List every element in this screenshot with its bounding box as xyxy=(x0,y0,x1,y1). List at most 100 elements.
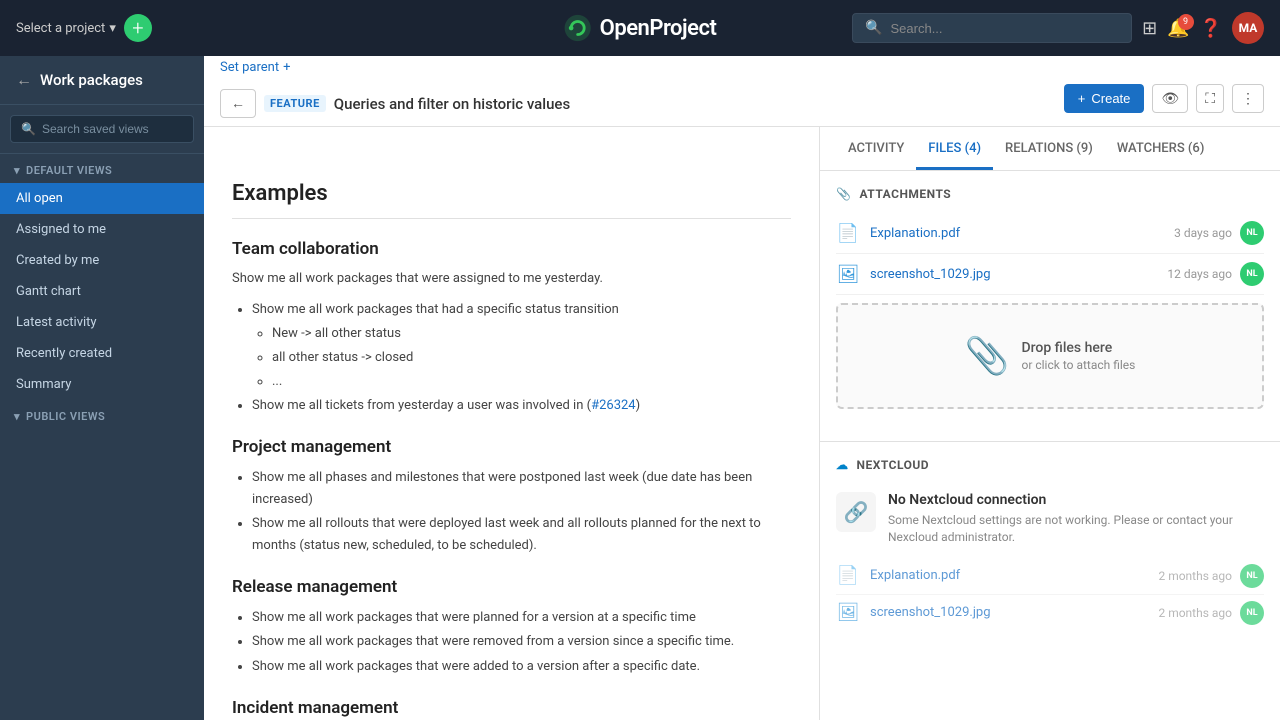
content-area: Set parent + ← FEATURE Queries and filte… xyxy=(204,56,1280,720)
sidebar-item-assigned-to-me[interactable]: Assigned to me xyxy=(0,214,204,245)
sidebar-search-container[interactable]: 🔍 xyxy=(10,115,194,143)
global-search-box[interactable]: 🔍 xyxy=(852,13,1132,43)
chevron-down-icon: ▾ xyxy=(14,410,20,423)
nextcloud-section: ☁ NEXTCLOUD 🔗 No Nextcloud connection So… xyxy=(820,441,1280,647)
proj-mgmt-list: Show me all phases and milestones that w… xyxy=(232,467,791,557)
help-icon[interactable]: ❓ xyxy=(1200,18,1222,39)
create-label: Create xyxy=(1091,91,1130,106)
sidebar-item-label: Summary xyxy=(16,377,71,392)
team-collab-list: Show me all work packages that had a spe… xyxy=(232,299,791,417)
list-item: Show me all work packages that were adde… xyxy=(252,656,791,678)
set-parent-plus[interactable]: + xyxy=(283,60,290,75)
paperclip-large-icon: 📎 xyxy=(965,335,1010,377)
nc-file-item-img: 🖼 screenshot_1029.jpg 2 months ago NL xyxy=(836,595,1264,631)
right-panel: ACTIVITY FILES (4) RELATIONS (9) WATCHER… xyxy=(820,127,1280,720)
notifications-button[interactable]: 🔔 9 xyxy=(1167,18,1189,39)
sidebar-header: ← Work packages xyxy=(0,56,204,105)
sidebar-back-icon[interactable]: ← xyxy=(16,70,32,90)
tabs: ACTIVITY FILES (4) RELATIONS (9) WATCHER… xyxy=(820,127,1280,171)
list-item: Show me all phases and milestones that w… xyxy=(252,467,791,511)
nc-no-conn-desc: Some Nextcloud settings are not working.… xyxy=(888,512,1264,546)
nc-no-conn-title: No Nextcloud connection xyxy=(888,492,1264,508)
nc-file-item-pdf: 📄 Explanation.pdf 2 months ago NL xyxy=(836,558,1264,595)
tab-relations[interactable]: RELATIONS (9) xyxy=(993,127,1105,170)
back-arrow-icon: ← xyxy=(231,95,245,112)
public-views-label: PUBLIC VIEWS xyxy=(26,410,105,423)
tab-activity[interactable]: ACTIVITY xyxy=(836,127,916,170)
chevron-down-icon: ▾ xyxy=(14,164,20,177)
drop-text-main: Drop files here xyxy=(1021,340,1135,356)
sidebar-item-all-open[interactable]: All open xyxy=(0,183,204,214)
default-views-label: DEFAULT VIEWS xyxy=(26,164,112,177)
attachment-name[interactable]: Explanation.pdf xyxy=(870,226,1164,241)
list-item: Show me all work packages that were remo… xyxy=(252,631,791,653)
attachment-avatar: NL xyxy=(1240,221,1264,245)
feature-badge: FEATURE xyxy=(264,95,326,112)
nc-meta: 2 months ago NL xyxy=(1158,601,1264,625)
section-team-collab-heading: Team collaboration xyxy=(232,239,791,259)
toolbar-right: + Create 👁 ⛶ ⋮ xyxy=(1064,84,1264,113)
paperclip-icon: 📎 xyxy=(836,187,851,201)
nc-pdf-icon: 📄 xyxy=(836,564,860,588)
sidebar-item-label: Assigned to me xyxy=(16,222,106,237)
sidebar-item-summary[interactable]: Summary xyxy=(0,369,204,400)
pdf-file-icon: 📄 xyxy=(836,221,860,245)
nc-date: 2 months ago xyxy=(1158,606,1232,620)
back-button[interactable]: ← xyxy=(220,89,256,118)
attachment-item-pdf: 📄 Explanation.pdf 3 days ago NL xyxy=(836,213,1264,254)
more-options-button[interactable]: ⋮ xyxy=(1232,84,1264,113)
list-item: Show me all tickets from yesterday a use… xyxy=(252,395,791,417)
sidebar-item-latest-activity[interactable]: Latest activity xyxy=(0,307,204,338)
sidebar-item-label: Created by me xyxy=(16,253,99,268)
tab-files[interactable]: FILES (4) xyxy=(916,127,993,170)
toolbar: Set parent + ← FEATURE Queries and filte… xyxy=(204,56,1280,127)
avatar[interactable]: MA xyxy=(1232,12,1264,44)
main-layout: ← Work packages 🔍 ▾ DEFAULT VIEWS All op… xyxy=(0,56,1280,720)
tab-watchers[interactable]: WATCHERS (6) xyxy=(1105,127,1217,170)
list-item: ... xyxy=(272,371,791,393)
sidebar-item-label: Gantt chart xyxy=(16,284,81,299)
attachment-meta: 12 days ago NL xyxy=(1167,262,1264,286)
set-parent-link[interactable]: Set parent xyxy=(220,60,279,75)
ellipsis-icon: ⋮ xyxy=(1241,90,1255,107)
nc-img-icon: 🖼 xyxy=(836,601,860,625)
public-views-section-header[interactable]: ▾ PUBLIC VIEWS xyxy=(0,400,204,429)
sidebar-title: Work packages xyxy=(40,71,143,89)
list-item: Show me all work packages that had a spe… xyxy=(252,299,791,321)
topbar-left: Select a project ▾ + xyxy=(16,14,152,42)
attachment-name[interactable]: screenshot_1029.jpg xyxy=(870,267,1157,282)
ticket-link[interactable]: #26324 xyxy=(591,398,636,413)
sidebar-item-created-by-me[interactable]: Created by me xyxy=(0,245,204,276)
openproject-logo-icon xyxy=(564,14,592,42)
nc-meta: 2 months ago NL xyxy=(1158,564,1264,588)
nc-filename[interactable]: screenshot_1029.jpg xyxy=(870,605,1148,620)
sidebar-item-gantt-chart[interactable]: Gantt chart xyxy=(0,276,204,307)
fullscreen-button[interactable]: ⛶ xyxy=(1196,84,1224,113)
nextcloud-heading: ☁ NEXTCLOUD xyxy=(836,458,1264,472)
drop-text-sub: or click to attach files xyxy=(1021,358,1135,372)
sidebar-search-icon: 🔍 xyxy=(21,122,36,136)
grid-icon[interactable]: ⊞ xyxy=(1142,18,1157,39)
create-button[interactable]: + Create xyxy=(1064,84,1145,113)
broken-link-icon: 🔗 xyxy=(836,492,876,532)
nc-filename[interactable]: Explanation.pdf xyxy=(870,568,1148,583)
add-project-button[interactable]: + xyxy=(124,14,152,42)
nc-avatar: NL xyxy=(1240,601,1264,625)
section-team-collab-desc: Show me all work packages that were assi… xyxy=(232,269,791,289)
sidebar-item-label: All open xyxy=(16,191,63,206)
project-select[interactable]: Select a project ▾ xyxy=(16,21,116,36)
file-drop-zone[interactable]: 📎 Drop files here or click to attach fil… xyxy=(836,303,1264,409)
default-views-section-header[interactable]: ▾ DEFAULT VIEWS xyxy=(0,154,204,183)
preview-button[interactable]: 👁 xyxy=(1152,84,1188,113)
sidebar-item-recently-created[interactable]: Recently created xyxy=(0,338,204,369)
nextcloud-no-conn-text: No Nextcloud connection Some Nextcloud s… xyxy=(888,492,1264,546)
topbar-center: OpenProject xyxy=(564,14,717,42)
drop-text: Drop files here or click to attach files xyxy=(1021,340,1135,372)
section-release-mgmt-heading: Release management xyxy=(232,577,791,597)
global-search-input[interactable] xyxy=(891,21,1120,36)
list-item: New -> all other status xyxy=(272,323,791,345)
saved-views-search-input[interactable] xyxy=(42,122,183,136)
app-title: OpenProject xyxy=(600,16,717,41)
toolbar-title: Queries and filter on historic values xyxy=(334,95,570,113)
release-mgmt-list: Show me all work packages that were plan… xyxy=(232,607,791,677)
